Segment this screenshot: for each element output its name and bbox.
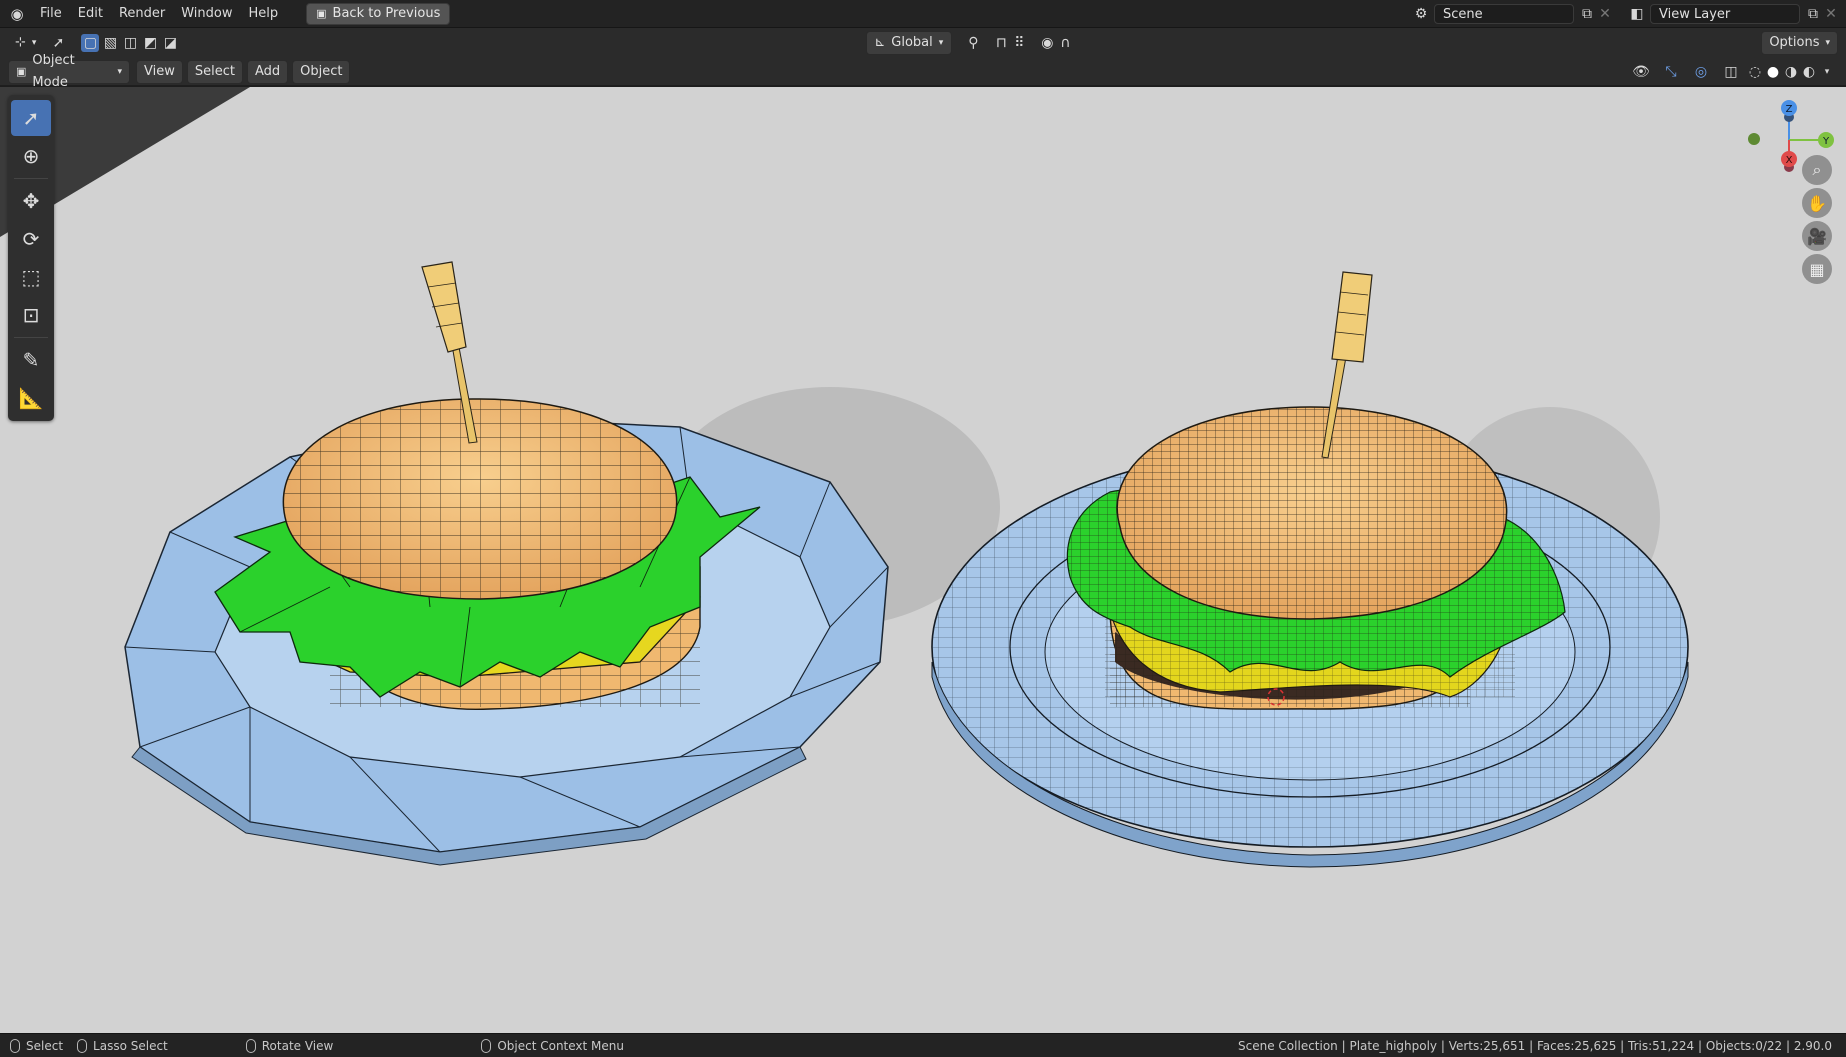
orientation-label: Global [891,35,933,50]
zoom-icon[interactable]: ⌕ [1802,155,1832,185]
3d-viewport[interactable]: Z Y X ⌕ ✋ 🎥 ▦ [0,87,1846,1033]
snap-icon[interactable]: ⊓ [992,34,1010,52]
chevron-down-icon: ▾ [1825,38,1831,48]
rotate-icon: ⟳ [22,227,40,251]
measure-icon: 📐 [18,386,44,410]
back-to-previous-label: Back to Previous [332,5,441,21]
hand-icon[interactable]: ✋ [1802,188,1832,218]
editor-type-icon: ⊹ [15,35,26,50]
xray-icon[interactable]: ◫ [1722,63,1740,81]
overlay-toggle-icon[interactable]: ◎ [1692,63,1710,81]
scene-field[interactable]: Scene [1434,3,1574,24]
select-tool[interactable]: ➚ [11,100,51,136]
gizmo-neg-y[interactable] [1748,133,1760,145]
select-intersect-icon[interactable]: ◪ [161,34,179,52]
object-mode-icon: ▣ [16,64,27,78]
menu-edit[interactable]: Edit [70,3,111,25]
move-tool[interactable]: ✥ [11,183,51,219]
view-layer-icon[interactable]: ◧ [1628,5,1646,23]
options-label: Options [1769,35,1820,50]
menu-add[interactable]: Add [246,59,289,84]
toolbar-divider [14,178,48,179]
view-layer-field[interactable]: View Layer [1650,3,1800,24]
mode-dropdown[interactable]: ▣ Object Mode ▾ [8,53,130,90]
axes-icon: ⊾ [874,35,886,50]
scale-tool[interactable]: ⬚ [11,259,51,295]
gizmo-x-label: X [1786,155,1793,166]
gizmo-z-label: Z [1786,104,1793,115]
status-rotate-label: Rotate View [261,1038,334,1053]
transform-icon: ⊡ [22,303,40,327]
mouse-middle-icon [245,1038,256,1053]
chevron-down-icon: ▾ [117,66,122,77]
tool-header: ⊹ ▾ ➚ ▢ ▧ ◫ ◩ ◪ ⊾ Global ▾ ⚲ ⊓ ⠿ ◉ ∩ Opti… [0,28,1846,58]
menu-render[interactable]: Render [111,3,173,25]
cursor-tool[interactable]: ⊕ [11,138,51,174]
screen-icon: ▣ [316,6,327,20]
menu-file[interactable]: File [32,3,70,25]
falloff-icon[interactable]: ∩ [1056,34,1074,52]
select-invert-icon[interactable]: ◩ [141,34,159,52]
select-subtract-icon[interactable]: ◫ [121,34,139,52]
menu-object[interactable]: Object [292,59,351,84]
mouse-right-icon [481,1038,492,1053]
burger-highpoly[interactable] [1066,271,1566,710]
top-menu-bar: ◉ File Edit Render Window Help ▣ Back to… [0,0,1846,28]
scene-stats: Scene Collection | Plate_highpoly | Vert… [1238,1038,1832,1053]
status-context: Object Context Menu [481,1038,624,1053]
menu-help[interactable]: Help [241,3,287,25]
back-to-previous-button[interactable]: ▣ Back to Previous [306,2,451,25]
measure-tool[interactable]: 📐 [11,380,51,416]
blender-logo-icon[interactable]: ◉ [8,5,26,23]
delete-scene-icon[interactable]: ✕ [1596,5,1614,23]
status-lasso-label: Lasso Select [93,1038,168,1053]
status-bar: Select Lasso Select Rotate View Object C… [0,1033,1846,1057]
proportional-icon[interactable]: ◉ [1038,34,1056,52]
status-context-label: Object Context Menu [497,1038,624,1053]
tool-shelf: ➚ ⊕ ✥ ⟳ ⬚ ⊡ ✎ 📐 [8,95,54,421]
options-dropdown[interactable]: Options ▾ [1761,31,1839,55]
annotate-tool[interactable]: ✎ [11,342,51,378]
mouse-drag-icon [77,1038,88,1053]
rotate-tool[interactable]: ⟳ [11,221,51,257]
toolbar-divider [14,337,48,338]
status-select-label: Select [26,1038,64,1053]
visibility-icon[interactable]: 👁 [1632,63,1650,81]
snap-grid-icon[interactable]: ⠿ [1010,34,1028,52]
status-rotate: Rotate View [245,1038,334,1053]
camera-icon[interactable]: 🎥 [1802,221,1832,251]
status-select: Select [10,1038,64,1053]
pivot-icon[interactable]: ⚲ [964,34,982,52]
scene-icon[interactable]: ⚙ [1412,5,1430,23]
new-scene-icon[interactable]: ⧉ [1578,5,1596,23]
menu-select[interactable]: Select [186,59,243,84]
grid-icon[interactable]: ▦ [1802,254,1832,284]
material-shading-icon[interactable]: ◑ [1782,63,1800,81]
scale-icon: ⬚ [21,265,41,289]
solid-shading-icon[interactable]: ● [1764,63,1782,81]
cursor-select-icon: ➚ [22,106,40,130]
status-lasso: Lasso Select [77,1038,168,1053]
move-icon: ✥ [22,189,40,213]
chevron-down-icon: ▾ [938,38,944,48]
crosshair-icon: ⊕ [22,144,40,168]
menu-window[interactable]: Window [173,3,240,25]
new-view-layer-icon[interactable]: ⧉ [1804,5,1822,23]
gizmo-toggle-icon[interactable]: ⤡ [1662,63,1680,81]
chevron-down-icon[interactable]: ▾ [1818,63,1836,81]
menu-view[interactable]: View [136,59,183,84]
rendered-shading-icon[interactable]: ◐ [1800,63,1818,81]
wireframe-shading-icon[interactable]: ◌ [1746,63,1764,81]
delete-view-layer-icon[interactable]: ✕ [1822,5,1840,23]
burger-lowpoly[interactable] [214,261,761,711]
viewport-scene: Z Y X [0,87,1834,868]
mouse-left-icon [10,1038,20,1053]
viewport-header: ▣ Object Mode ▾ View Select Add Object 👁… [0,53,1846,90]
transform-tool[interactable]: ⊡ [11,297,51,333]
orientation-dropdown[interactable]: ⊾ Global ▾ [866,31,953,55]
gizmo-y-label: Y [1822,136,1830,147]
annotate-icon: ✎ [22,348,40,372]
